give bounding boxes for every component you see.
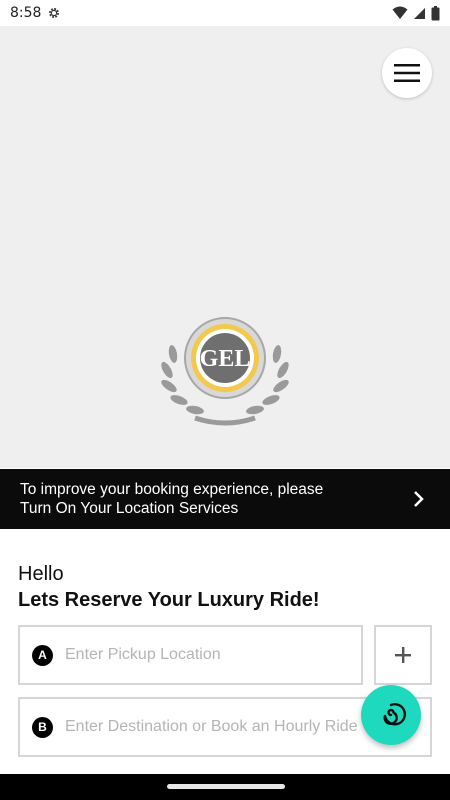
tagline: Lets Reserve Your Luxury Ride!	[18, 589, 320, 611]
pickup-badge: A	[32, 644, 53, 666]
home-indicator[interactable]	[167, 784, 285, 789]
menu-button[interactable]	[382, 48, 432, 98]
banner-line-1: To improve your booking experience, plea…	[20, 481, 324, 498]
hamburger-menu-icon	[394, 64, 420, 82]
status-icons	[392, 5, 440, 21]
gel-logo: GEL	[161, 317, 289, 426]
system-nav-bar	[0, 774, 450, 800]
wifi-icon	[392, 6, 408, 19]
chevron-right-icon	[414, 491, 424, 507]
banner-text: To improve your booking experience, plea…	[20, 480, 412, 518]
spiral-icon	[383, 703, 406, 726]
destination-badge: B	[32, 716, 53, 738]
cell-signal-icon	[414, 7, 425, 19]
battery-icon	[431, 5, 440, 20]
pickup-input[interactable]	[65, 646, 335, 664]
status-time: 8:58	[10, 5, 42, 21]
settings-gear-icon	[49, 8, 60, 18]
location-services-banner[interactable]: To improve your booking experience, plea…	[0, 469, 450, 529]
status-bar: 8:58	[0, 0, 450, 26]
floating-action-button[interactable]	[361, 685, 421, 745]
destination-input[interactable]	[65, 718, 395, 736]
pickup-field[interactable]: A	[18, 625, 363, 685]
plus-icon	[395, 647, 411, 663]
add-stop-button[interactable]	[374, 625, 432, 685]
greeting: Hello	[18, 563, 64, 585]
banner-line-2: Turn On Your Location Services	[20, 500, 239, 517]
map-area[interactable]: GEL	[0, 26, 450, 468]
logo-text: GEL	[200, 346, 251, 372]
